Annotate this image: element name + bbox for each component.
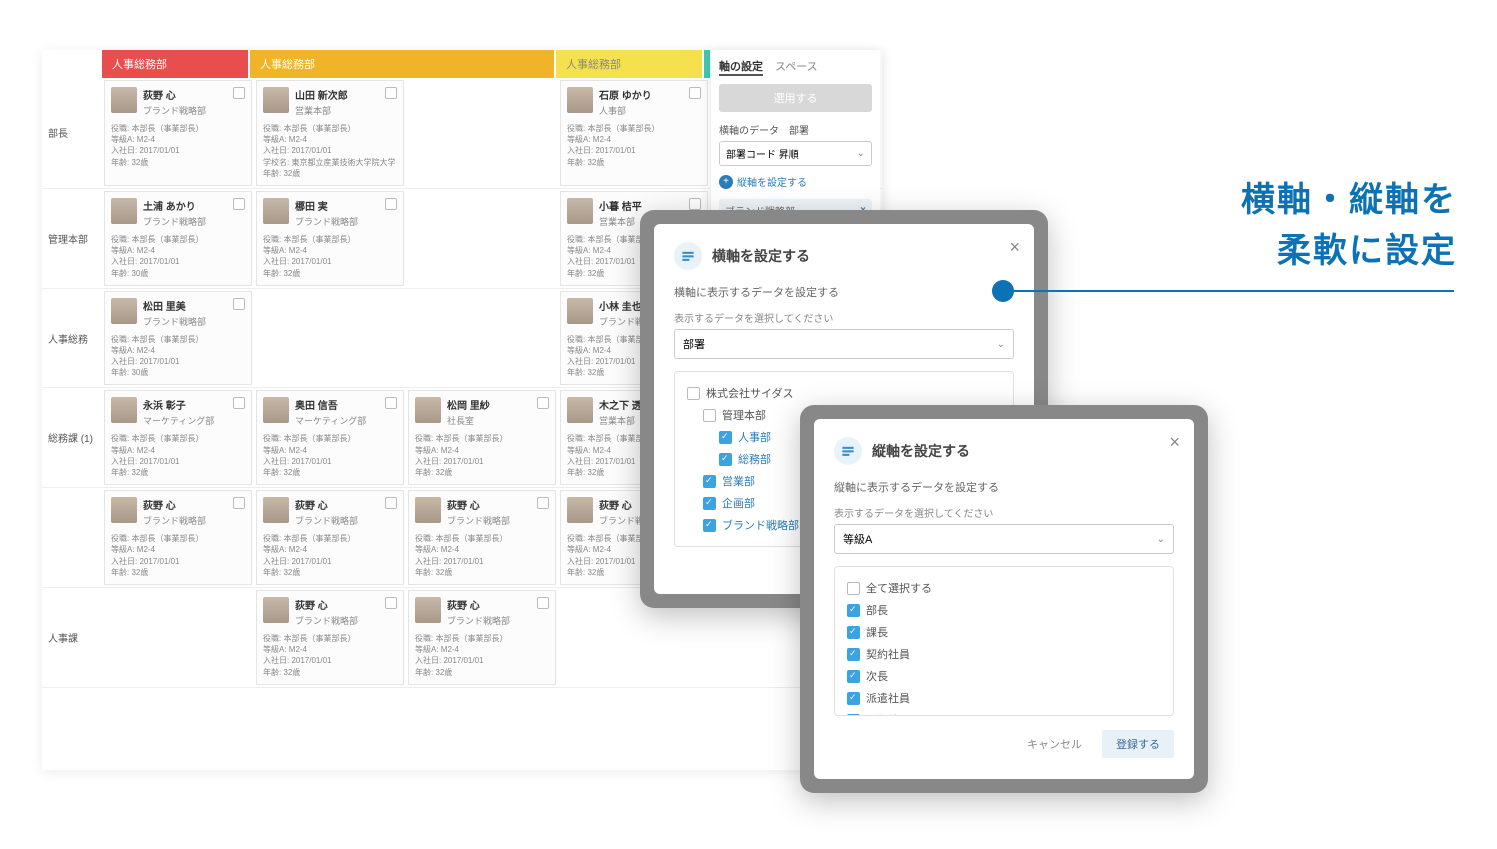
select-checkbox[interactable] [233,87,245,99]
person-card[interactable]: 土浦 あかりブランド戦略部 役職: 本部長（事業部長）等級A: M2-4入社日:… [104,191,252,286]
select-all-option[interactable]: 全て選択する [847,577,1161,599]
col-header-2[interactable]: 人事総務部 [250,50,556,78]
option-item[interactable]: 派遣社員 [847,687,1161,709]
person-dept: ブランド戦略部 [143,104,206,117]
person-name: 荻野 心 [143,87,206,102]
modal-subtitle: 横軸に表示するデータを設定する [674,284,1014,300]
person-card[interactable]: 奥田 信吾マーケティング部 役職: 本部長（事業部長）等級A: M2-4入社日:… [256,390,404,485]
checkbox[interactable] [847,692,860,705]
x-axis-sort-select[interactable]: 部署コード 昇順⌄ [719,141,872,166]
x-axis-data-label: 横軸のデータ 部署 [719,122,872,137]
person-card[interactable]: 荻野 心ブランド戦略部役職: 本部長（事業部長）等級A: M2-4入社日: 20… [408,490,556,585]
person-meta: 役職: 本部長（事業部長）等級A: M2-4入社日: 2017/01/01年齢:… [111,123,245,168]
data-select[interactable]: 等級A⌄ [834,524,1174,554]
modal-vertical-axis: × 縦軸を設定する 縦軸に表示するデータを設定する 表示するデータを選択してくだ… [814,419,1194,779]
person-card[interactable]: 山田 新次郎営業本部 役職: 本部長（事業部長）等級A: M2-4入社日: 20… [256,80,404,186]
axis-settings-panel: 軸の設定 スペース 選用する 横軸のデータ 部署 部署コード 昇順⌄ +縦軸を設… [710,50,880,230]
data-select[interactable]: 部署⌄ [674,329,1014,359]
tab-space[interactable]: スペース [775,58,818,76]
checkbox[interactable] [687,387,700,400]
select-checkbox[interactable] [689,87,701,99]
apply-button[interactable]: 選用する [719,84,872,112]
col-header-3[interactable]: 人事総務部 [556,50,704,78]
checkbox[interactable] [847,604,860,617]
tree-node[interactable]: 株式会社サイダス [687,382,1001,404]
modal-title: 縦軸を設定する [872,441,970,461]
axis-icon [834,437,862,465]
plus-icon: + [719,175,733,189]
callout-dot [992,280,1014,302]
avatar [111,87,137,113]
options-list: 全て選択する 部長 課長 契約社員 次長 派遣社員 一般社員 パート [834,566,1174,716]
option-item[interactable]: 次長 [847,665,1161,687]
checkbox[interactable] [847,714,860,717]
person-card[interactable]: 松岡 里紗社長室 役職: 本部長（事業部長）等級A: M2-4入社日: 2017… [408,390,556,485]
option-item[interactable]: 一般社員 [847,709,1161,716]
checkbox[interactable] [703,475,716,488]
person-card[interactable]: 荻野 心ブランド戦略部役職: 本部長（事業部長）等級A: M2-4入社日: 20… [104,490,252,585]
cancel-button[interactable]: キャンセル [1017,730,1092,758]
checkbox[interactable] [847,582,860,595]
chevron-down-icon: ⌄ [997,339,1005,350]
submit-button[interactable]: 登録する [1102,730,1174,758]
corner-cell [42,50,102,78]
person-card[interactable]: 荻野 心ブランド戦略部役職: 本部長（事業部長）等級A: M2-4入社日: 20… [408,590,556,685]
tab-axis-settings[interactable]: 軸の設定 [719,58,763,76]
callout-text-2: 柔軟に設定 [1241,226,1457,277]
option-item[interactable]: 部長 [847,599,1161,621]
option-item[interactable]: 課長 [847,621,1161,643]
person-card[interactable]: 荻野 心ブランド戦略部 役職: 本部長（事業部長）等級A: M2-4入社日: 2… [104,80,252,186]
checkbox[interactable] [703,519,716,532]
col-header-1[interactable]: 人事総務部 [102,50,250,78]
checkbox[interactable] [703,497,716,510]
callout-text-1: 横軸・縦軸を [1241,175,1457,226]
select-checkbox[interactable] [385,87,397,99]
checkbox[interactable] [719,431,732,444]
person-card[interactable]: 荻野 心ブランド戦略部役職: 本部長（事業部長）等級A: M2-4入社日: 20… [256,490,404,585]
select-label: 表示するデータを選択してください [674,310,1014,325]
modal-title: 横軸を設定する [712,246,810,266]
modal-vertical-axis-frame: × 縦軸を設定する 縦軸に表示するデータを設定する 表示するデータを選択してくだ… [800,405,1208,793]
person-card[interactable]: 荻野 心ブランド戦略部役職: 本部長（事業部長）等級A: M2-4入社日: 20… [256,590,404,685]
row-label: 部長 [42,78,102,188]
checkbox[interactable] [719,453,732,466]
chevron-down-icon: ⌄ [857,148,865,159]
avatar [263,87,289,113]
select-label: 表示するデータを選択してください [834,505,1174,520]
modal-subtitle: 縦軸に表示するデータを設定する [834,479,1174,495]
avatar [567,87,593,113]
checkbox[interactable] [847,670,860,683]
person-card[interactable]: 松田 里美ブランド戦略部 役職: 本部長（事業部長）等級A: M2-4入社日: … [104,291,252,386]
close-icon[interactable]: × [1169,433,1180,451]
add-vertical-axis-button[interactable]: +縦軸を設定する [719,174,872,189]
person-card[interactable]: 永浜 彰子マーケティング部 役職: 本部長（事業部長）等級A: M2-4入社日:… [104,390,252,485]
option-item[interactable]: 契約社員 [847,643,1161,665]
person-card[interactable]: 石原 ゆかり人事部 役職: 本部長（事業部長）等級A: M2-4入社日: 201… [560,80,708,186]
checkbox[interactable] [703,409,716,422]
feature-callout: 横軸・縦軸を 柔軟に設定 [1241,175,1457,277]
axis-icon [674,242,702,270]
callout-line [1004,290,1454,292]
checkbox[interactable] [847,626,860,639]
close-icon[interactable]: × [1009,238,1020,256]
chevron-down-icon: ⌄ [1157,534,1165,545]
person-card[interactable]: 梛田 実ブランド戦略部 役職: 本部長（事業部長）等級A: M2-4入社日: 2… [256,191,404,286]
checkbox[interactable] [847,648,860,661]
